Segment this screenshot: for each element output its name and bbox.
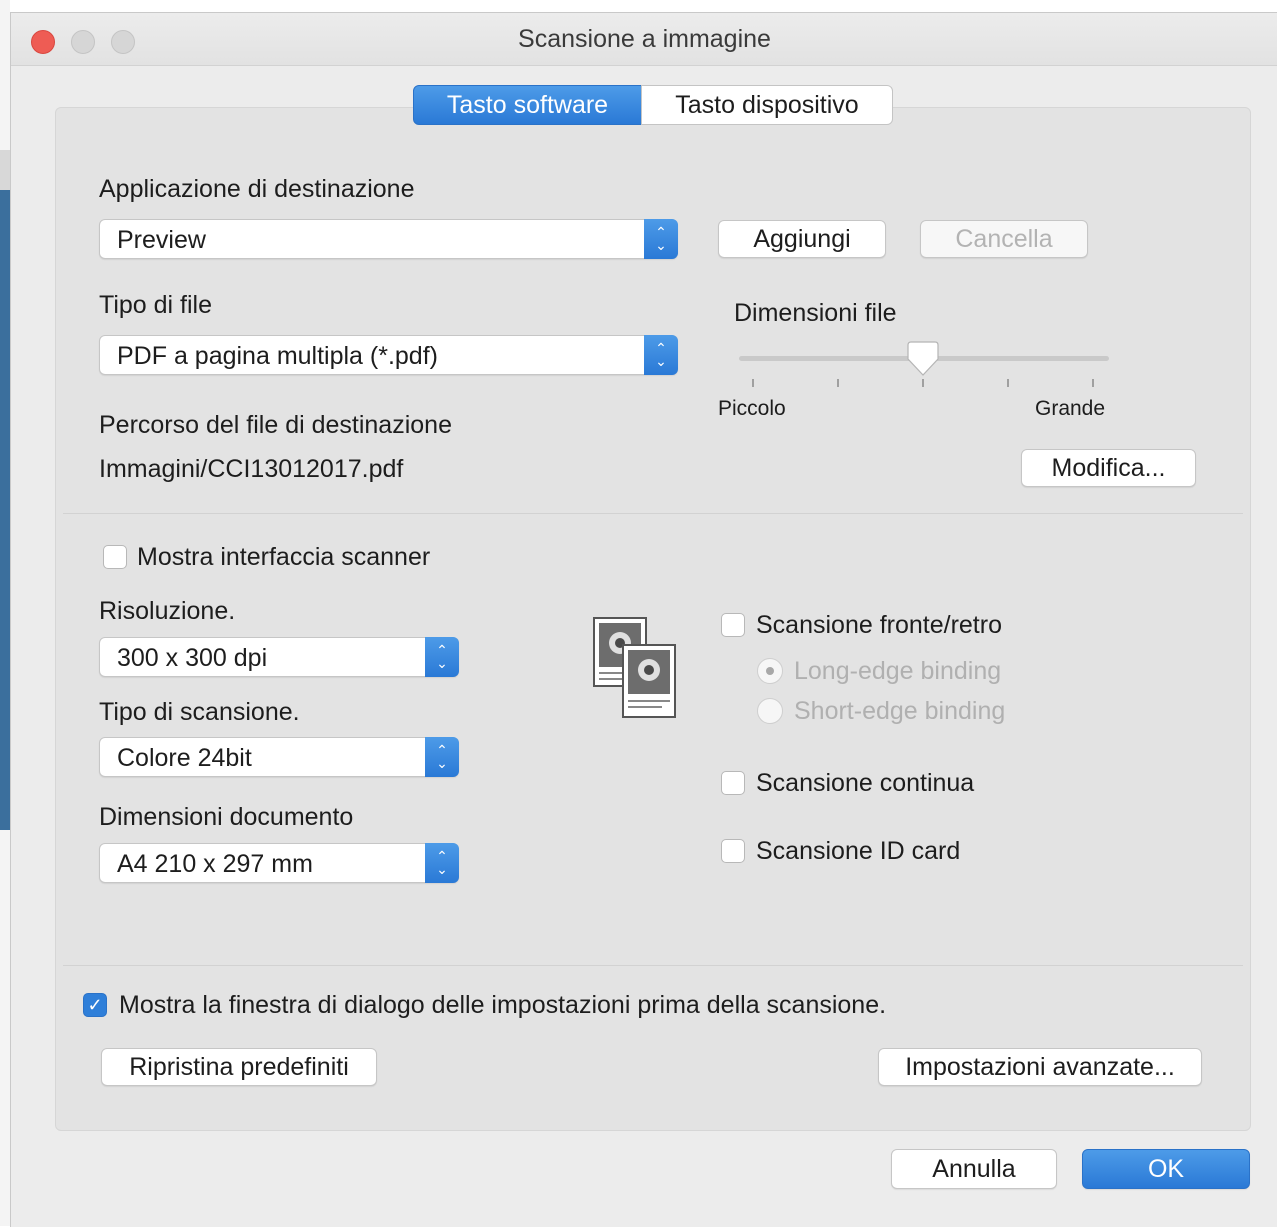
file-size-min-label: Piccolo: [718, 397, 786, 420]
id-card-checkbox[interactable]: [721, 839, 745, 863]
reset-defaults-button[interactable]: Ripristina predefiniti: [101, 1048, 377, 1086]
scan-type-label: Tipo di scansione.: [99, 698, 300, 726]
short-edge-label: Short-edge binding: [794, 697, 1006, 725]
resolution-select[interactable]: 300 x 300 dpi ⌃ ⌄: [99, 637, 459, 677]
window-title: Scansione a immagine: [518, 25, 771, 53]
checkmark-icon: ✓: [87, 995, 103, 1015]
scanner-interface-checkbox[interactable]: [103, 545, 127, 569]
dialog-window: Scansione a immagine Tasto software Tast…: [10, 12, 1277, 1227]
modify-button[interactable]: Modifica...: [1021, 449, 1196, 487]
background-window-blue: [0, 190, 10, 830]
long-edge-radio[interactable]: [757, 658, 783, 684]
duplex-document-icon: [593, 617, 676, 718]
file-size-slider[interactable]: [731, 339, 1113, 389]
file-size-label: Dimensioni file: [734, 299, 897, 327]
duplex-checkbox[interactable]: [721, 613, 745, 637]
destination-path-label: Percorso del file di destinazione: [99, 411, 452, 439]
cancel-button[interactable]: Annulla: [891, 1149, 1057, 1189]
tab-device-button[interactable]: Tasto dispositivo: [641, 85, 893, 125]
destination-app-select[interactable]: Preview ⌃ ⌄: [99, 219, 678, 259]
long-edge-label: Long-edge binding: [794, 657, 1002, 685]
document-size-label: Dimensioni documento: [99, 803, 354, 831]
duplex-label: Scansione fronte/retro: [756, 611, 1002, 639]
continuous-scan-label: Scansione continua: [756, 769, 975, 797]
separator: [63, 513, 1243, 514]
scan-type-value: Colore 24bit: [117, 744, 252, 772]
radio-dot: [766, 667, 774, 675]
add-button[interactable]: Aggiungi: [718, 220, 886, 258]
short-edge-radio[interactable]: [757, 698, 783, 724]
file-type-select[interactable]: PDF a pagina multipla (*.pdf) ⌃ ⌄: [99, 335, 678, 375]
id-card-label: Scansione ID card: [756, 837, 961, 865]
resolution-value: 300 x 300 dpi: [117, 644, 268, 672]
chevron-updown-icon: ⌃ ⌄: [644, 219, 678, 259]
continuous-scan-checkbox[interactable]: [721, 771, 745, 795]
scan-type-select[interactable]: Colore 24bit ⌃ ⌄: [99, 737, 459, 777]
file-size-max-label: Grande: [1035, 397, 1106, 420]
chevron-updown-icon: ⌃ ⌄: [425, 843, 459, 883]
destination-app-value: Preview: [117, 226, 206, 254]
document-size-select[interactable]: A4 210 x 297 mm ⌃ ⌄: [99, 843, 459, 883]
separator: [63, 965, 1243, 966]
show-dialog-label: Mostra la finestra di dialogo delle impo…: [119, 991, 887, 1019]
scanner-interface-label: Mostra interfaccia scanner: [137, 543, 431, 571]
background-window-strip: [0, 150, 10, 190]
delete-button[interactable]: Cancella: [920, 220, 1088, 258]
chevron-updown-icon: ⌃ ⌄: [425, 637, 459, 677]
chevron-updown-icon: ⌃ ⌄: [644, 335, 678, 375]
document-size-value: A4 210 x 297 mm: [117, 850, 313, 878]
advanced-settings-button[interactable]: Impostazioni avanzate...: [878, 1048, 1202, 1086]
background-window-edge: [0, 0, 10, 1226]
tab-software-button[interactable]: Tasto software: [413, 85, 642, 125]
destination-path-value: Immagini/CCI13012017.pdf: [99, 455, 404, 483]
destination-app-label: Applicazione di destinazione: [99, 175, 415, 203]
show-dialog-checkbox[interactable]: ✓: [83, 993, 107, 1017]
ok-button[interactable]: OK: [1082, 1149, 1250, 1189]
file-type-value: PDF a pagina multipla (*.pdf): [117, 342, 438, 370]
file-type-label: Tipo di file: [99, 291, 213, 319]
slider-thumb: [907, 341, 939, 376]
resolution-label: Risoluzione.: [99, 597, 236, 625]
chevron-updown-icon: ⌃ ⌄: [425, 737, 459, 777]
title-bar: Scansione a immagine: [11, 13, 1277, 66]
